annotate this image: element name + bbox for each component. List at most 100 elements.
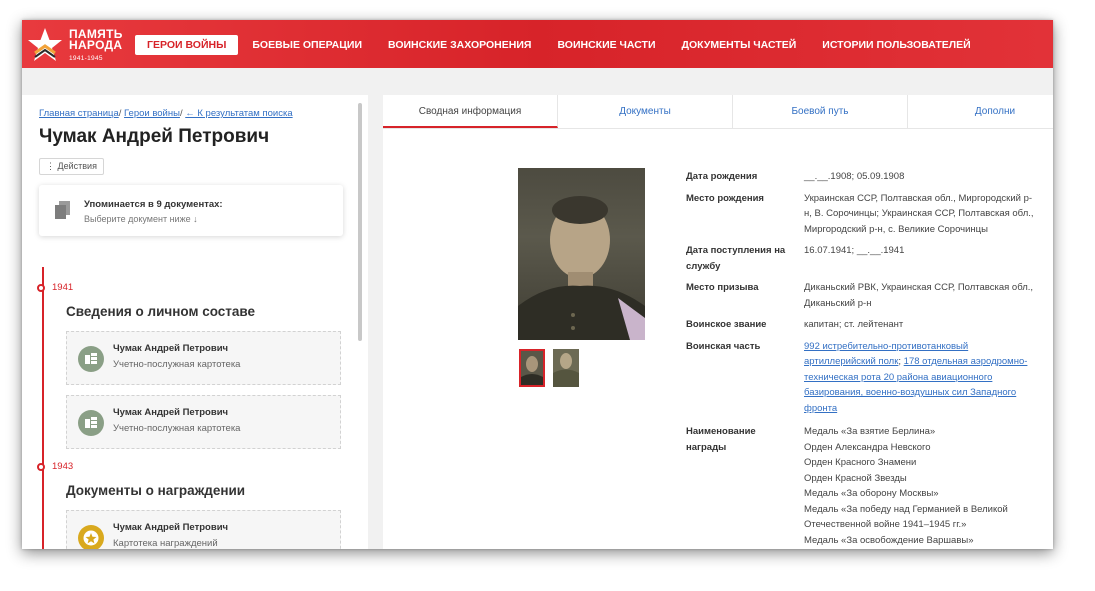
info-row-service-date: Дата поступления на службу 16.07.1941; _… (686, 243, 1046, 274)
awards-label-line: Наименование (686, 426, 756, 437)
timeline-dot-icon (37, 283, 45, 292)
mentions-card: Упоминается в 9 документах: Выберите док… (39, 185, 343, 236)
rank-value: капитан; ст. лейтенант (804, 319, 904, 330)
details-panel: Сводная информация Документы Боевой путь… (383, 95, 1053, 549)
unit-link-178-company[interactable]: техническая рота 20 района авиационного (804, 372, 992, 383)
soldier-portrait-photo[interactable] (518, 168, 645, 340)
unit-link-178-company[interactable]: базирования, военно-воздушных сил Западн… (804, 387, 1016, 398)
person-name-heading: Чумак Андрей Петрович (39, 126, 270, 147)
birth-place-line: Украинская ССР, Полтавская обл., Миргоро… (804, 192, 1033, 204)
info-row-awards: Наименование награды Медаль «За взятие Б… (686, 424, 1046, 548)
info-row-rank: Воинское звание капитан; ст. лейтенант (686, 317, 1046, 333)
nav-military-units[interactable]: ВОИНСКИЕ ЧАСТИ (557, 35, 655, 55)
timeline-line (42, 267, 44, 549)
nav-heroes-of-war[interactable]: ГЕРОИ ВОЙНЫ (135, 35, 239, 55)
info-row-birth-date: Дата рождения __.__.1908; 05.09.1908 (686, 169, 1046, 185)
tab-additional[interactable]: Дополни (908, 95, 1053, 128)
unit-separator: ; (898, 356, 902, 367)
star-logo-icon[interactable] (26, 26, 64, 64)
document-card[interactable]: Чумак Андрей Петрович Учетно-послужная к… (66, 395, 341, 449)
info-row-birth-place: Место рождения Украинская ССР, Полтавска… (686, 191, 1046, 238)
nav-combat-operations[interactable]: БОЕВЫЕ ОПЕРАЦИИ (252, 35, 362, 55)
tab-documents[interactable]: Документы (558, 95, 733, 128)
birth-date-label: Дата рождения (686, 171, 758, 182)
card-person-name: Чумак Андрей Петрович (113, 343, 229, 354)
award-item: Отечественной войне 1941–1945 гг.» (804, 519, 967, 530)
unit-label: Воинская часть (686, 340, 761, 352)
rank-label: Воинское звание (686, 319, 767, 330)
personnel-card-icon (78, 410, 104, 436)
personnel-card-icon (78, 346, 104, 372)
nav-military-burials[interactable]: ВОИНСКИЕ ЗАХОРОНЕНИЯ (388, 35, 531, 55)
service-date-label-line: службу (686, 260, 721, 272)
site-logo-text[interactable]: ПАМЯТЬ НАРОДА 1941-1945 (69, 28, 123, 64)
actions-button[interactable]: ⋮ Действия (39, 158, 104, 175)
nav-unit-documents[interactable]: ДОКУМЕНТЫ ЧАСТЕЙ (682, 35, 797, 55)
unit-link-178-company[interactable]: 178 отдельная аэродромно- (904, 356, 1028, 367)
breadcrumb-heroes-link[interactable]: Герои войны (124, 108, 180, 119)
service-date-value: 16.07.1941; __.__.1941 (804, 245, 905, 256)
service-date-label-line: Дата поступления на (686, 245, 786, 256)
award-item: Орден Красного Знамени (804, 457, 917, 468)
award-item: Медаль «За освобождение Варшавы» (804, 534, 974, 546)
sidebar-scrollbar[interactable] (358, 103, 362, 341)
card-document-type: Учетно-послужная картотека (113, 359, 241, 370)
back-to-results-link[interactable]: ← К результатам поиска (185, 108, 292, 119)
card-document-type: Учетно-послужная картотека (113, 423, 241, 434)
draft-place-value: Диканьский РВК, Украинская ССР, Полтавск… (804, 280, 1044, 311)
timeline-year-label: 1943 (52, 461, 74, 472)
award-medal-icon (78, 525, 104, 549)
actions-label: Действия (57, 161, 97, 171)
tab-combat-path[interactable]: Боевой путь (733, 95, 908, 128)
award-item: Орден Александра Невского (804, 441, 931, 453)
photo-thumbnail[interactable] (519, 349, 545, 387)
birth-place-line: н, В. Сорочинцы; Украинская ССР, Полтавс… (804, 208, 1034, 219)
draft-place-line: Диканьский р-н (804, 297, 872, 309)
service-date-label: Дата поступления на службу (686, 243, 804, 274)
awards-label-line: награды (686, 441, 727, 453)
photo-thumbnail[interactable] (553, 349, 579, 387)
birth-place-line: Миргородский р-н, с. Великие Сорочинцы (804, 223, 988, 235)
document-card[interactable]: Чумак Андрей Петрович Картотека награжде… (66, 510, 341, 549)
info-row-unit: Воинская часть 992 истребительно-противо… (686, 339, 1046, 417)
timeline-year: 1943 (37, 461, 73, 472)
draft-place-label: Место призыва (686, 282, 759, 293)
unit-link-992-regiment[interactable]: артиллерийский полк (804, 356, 898, 367)
timeline-year-label: 1941 (52, 282, 74, 293)
person-info-table: Дата рождения __.__.1908; 05.09.1908 Мес… (686, 169, 1046, 549)
card-person-name: Чумак Андрей Петрович (113, 407, 229, 418)
person-sidebar: Главная страница/ Герои войны/ ← К резул… (22, 95, 368, 549)
tab-summary[interactable]: Сводная информация (383, 95, 558, 128)
birth-place-value: Украинская ССР, Полтавская обл., Миргоро… (804, 191, 1044, 238)
unit-value: 992 истребительно-противотанковый артилл… (804, 339, 1044, 417)
timeline-dot-icon (37, 462, 45, 471)
unit-link-178-company[interactable]: фронта (804, 403, 837, 414)
award-item: Медаль «За оборону Москвы» (804, 488, 939, 499)
breadcrumb-home-link[interactable]: Главная страница (39, 108, 119, 119)
awards-list: Медаль «За взятие Берлина» Орден Алексан… (804, 424, 1044, 548)
birth-date-value: __.__.1908; 05.09.1908 (804, 171, 905, 182)
section-title: Документы о награждении (66, 483, 246, 498)
award-item: Медаль «За взятие Берлина» (804, 426, 936, 437)
unit-link-992-regiment[interactable]: 992 истребительно-противотанковый (804, 341, 968, 352)
breadcrumb: Главная страница/ Герои войны/ ← К резул… (39, 108, 293, 119)
card-person-name: Чумак Андрей Петрович (113, 522, 229, 533)
document-card[interactable]: Чумак Андрей Петрович Учетно-послужная к… (66, 331, 341, 385)
nav-user-stories[interactable]: ИСТОРИИ ПОЛЬЗОВАТЕЛЕЙ (822, 35, 970, 55)
section-title: Сведения о личном составе (66, 304, 256, 319)
timeline-year: 1941 (37, 282, 73, 293)
award-item: Орден Красной Звезды (804, 472, 907, 484)
mentions-title: Упоминается в 9 документах: (84, 199, 223, 210)
logo-line2: НАРОДА (69, 38, 123, 52)
details-tabs: Сводная информация Документы Боевой путь… (383, 95, 1053, 129)
breadcrumb-separator: / (179, 108, 183, 119)
documents-icon (55, 201, 70, 219)
breadcrumb-separator: / (118, 108, 122, 119)
top-navbar: ПАМЯТЬ НАРОДА 1941-1945 ГЕРОИ ВОЙНЫ БОЕВ… (22, 20, 1053, 68)
info-row-draft-place: Место призыва Диканьский РВК, Украинская… (686, 280, 1046, 311)
awards-label: Наименование награды (686, 424, 804, 548)
award-item: Медаль «За победу над Германией в Велико… (804, 503, 1008, 515)
draft-place-line: Диканьский РВК, Украинская ССР, Полтавск… (804, 282, 1034, 293)
browser-viewport: ПАМЯТЬ НАРОДА 1941-1945 ГЕРОИ ВОЙНЫ БОЕВ… (22, 20, 1053, 549)
mentions-subtitle: Выберите документ ниже ↓ (84, 214, 198, 224)
